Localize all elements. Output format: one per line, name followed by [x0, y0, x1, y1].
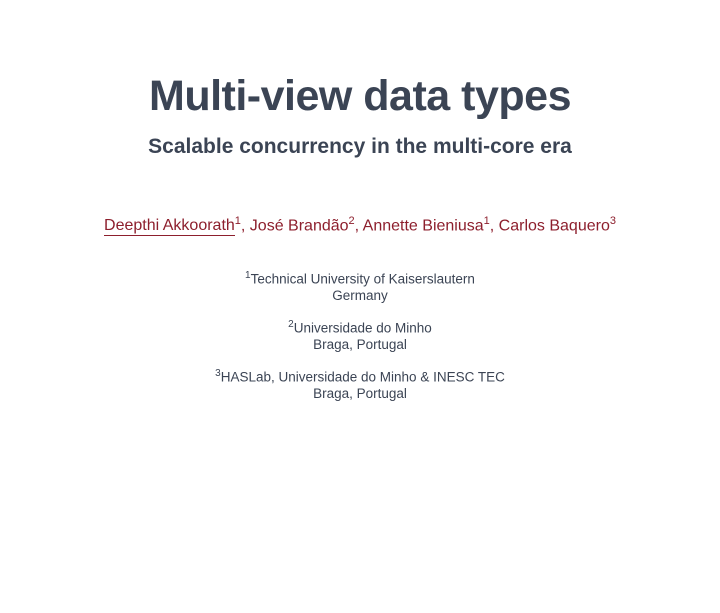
- author-list: Deepthi Akkoorath1, José Brandão2, Annet…: [0, 215, 720, 236]
- author-aff-mark: 2: [349, 215, 355, 227]
- affiliation: 3HASLab, Universidade do Minho & INESC T…: [0, 368, 720, 403]
- author-aff-mark: 1: [235, 215, 241, 227]
- title-slide: Multi-view data types Scalable concurren…: [0, 72, 720, 613]
- affiliation-list: 1Technical University of Kaiserslautern …: [0, 270, 720, 404]
- slide-subtitle: Scalable concurrency in the multi-core e…: [0, 135, 720, 159]
- affiliation: 2Universidade do Minho Braga, Portugal: [0, 319, 720, 354]
- author-aff-mark: 1: [484, 215, 490, 227]
- author-name: José Brandão: [250, 217, 349, 234]
- affiliation-line: Universidade do Minho: [294, 320, 432, 335]
- affiliation-line: HASLab, Universidade do Minho & INESC TE…: [221, 370, 505, 385]
- author-name: Annette Bieniusa: [363, 217, 484, 234]
- affiliation-line: Germany: [332, 288, 388, 303]
- affiliation-line: Braga, Portugal: [313, 386, 407, 401]
- affiliation: 1Technical University of Kaiserslautern …: [0, 270, 720, 305]
- affiliation-line: Technical University of Kaiserslautern: [251, 271, 475, 286]
- author-name: Deepthi Akkoorath: [104, 217, 235, 236]
- slide-title: Multi-view data types: [0, 72, 720, 121]
- affiliation-line: Braga, Portugal: [313, 337, 407, 352]
- author-aff-mark: 3: [610, 215, 616, 227]
- author-name: Carlos Baquero: [499, 217, 610, 234]
